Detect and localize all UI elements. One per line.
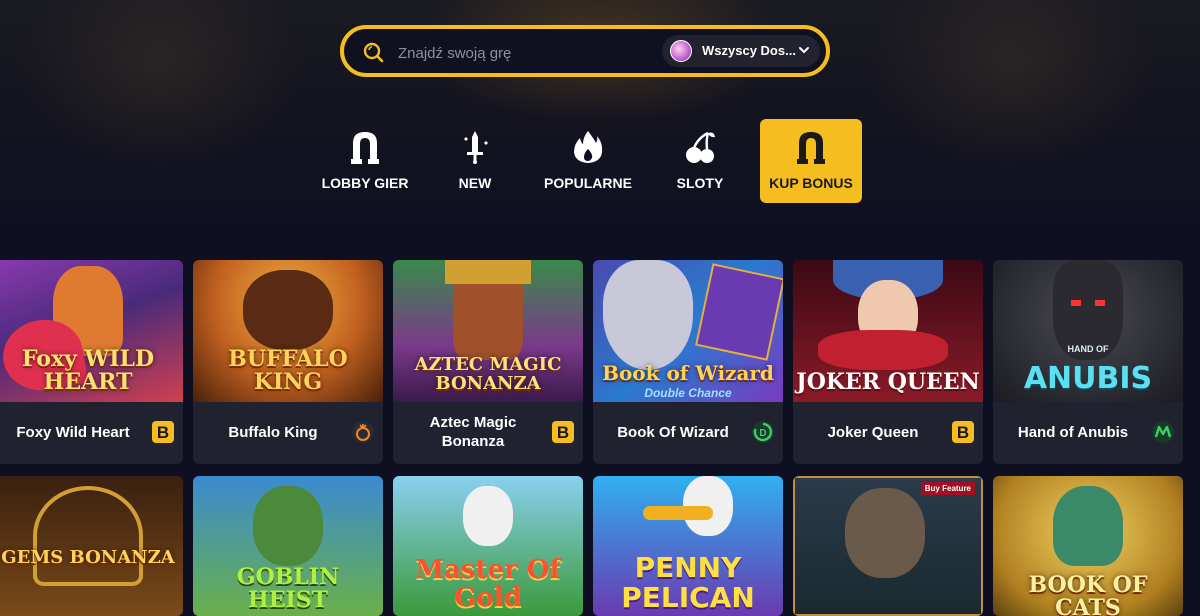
game-thumbnail[interactable]: Book of Wizard Double Chance: [593, 260, 783, 402]
provider-avatar: [670, 40, 692, 62]
thumb-subtitle: Double Chance: [644, 386, 732, 400]
game-thumbnail[interactable]: GEMS BONANZA: [0, 476, 183, 616]
arch-icon: [797, 132, 825, 164]
category-lobby-gier[interactable]: LOBBY GIER: [318, 119, 412, 203]
game-name: Foxy Wild Heart: [16, 423, 130, 441]
bgaming-icon: B: [552, 421, 574, 443]
game-name: Hand of Anubis: [1017, 423, 1129, 441]
game-card-joker-queen[interactable]: JOKER QUEEN Joker Queen B: [793, 260, 983, 464]
search-bar: Wszyscy Dos...: [340, 25, 830, 77]
game-name: Aztec Magic Bonanza: [429, 414, 517, 450]
pragmatic-icon: [352, 421, 374, 443]
microgaming-icon: [1152, 421, 1174, 443]
sword-icon: [464, 131, 488, 164]
thumb-title: JOKER QUEEN: [796, 368, 980, 395]
game-thumbnail[interactable]: GOBLIN HEIST: [193, 476, 383, 616]
category-sloty[interactable]: SLOTY: [668, 119, 732, 203]
category-label: SLOTY: [676, 175, 724, 191]
thumb-title: BUFFALO KING: [228, 345, 348, 395]
cherries-icon: [686, 131, 715, 163]
bgaming-icon: B: [152, 421, 174, 443]
category-kup-bonus[interactable]: KUP BONUS: [760, 119, 862, 203]
arch-icon: [351, 132, 379, 164]
game-name: Joker Queen: [827, 423, 919, 441]
game-card-book-of-cats[interactable]: BOOK OF CATS: [993, 476, 1183, 616]
category-label: NEW: [458, 175, 492, 191]
game-name: Book Of Wizard: [617, 423, 729, 441]
thumb-title: BOOK OF CATS: [1028, 571, 1148, 616]
category-label: POPULARNE: [544, 175, 632, 191]
game-card-hand-of-anubis[interactable]: HAND OF ANUBIS Hand of Anubis: [993, 260, 1183, 464]
provider-label: Wszyscy Dos...: [702, 43, 796, 58]
game-thumbnail[interactable]: AZTEC MAGIC BONANZA: [393, 260, 583, 402]
game-card-book-of-wizard[interactable]: Book of Wizard Double Chance Book Of Wiz…: [593, 260, 783, 464]
bgaming-icon: B: [952, 421, 974, 443]
game-card-gems-bonanza[interactable]: GEMS BONANZA: [0, 476, 183, 616]
thumb-title: Foxy WILD HEART: [21, 345, 155, 395]
buy-feature-badge: Buy Feature: [920, 482, 975, 495]
thumb-title: Book of Wizard: [602, 361, 774, 385]
game-card-foxy-wild-heart[interactable]: Foxy WILD HEART Foxy Wild Heart B: [0, 260, 183, 464]
category-label: LOBBY GIER: [321, 175, 409, 191]
thumb-title: ANUBIS: [1023, 360, 1153, 396]
thumb-subtitle: HAND OF: [1067, 344, 1109, 354]
game-card-buffalo-king[interactable]: BUFFALO KING Buffalo King: [193, 260, 383, 464]
game-thumbnail[interactable]: Foxy WILD HEART: [0, 260, 183, 402]
game-thumbnail[interactable]: Master Of Gold: [393, 476, 583, 616]
spin-icon: D: [752, 421, 774, 443]
chevron-down-icon: [799, 47, 809, 54]
thumb-title: PENNY PELICAN: [621, 551, 755, 614]
thumb-title: AZTEC MAGIC BONANZA: [414, 354, 562, 395]
provider-select[interactable]: Wszyscy Dos...: [662, 35, 820, 67]
svg-text:D: D: [759, 428, 766, 439]
search-input[interactable]: [396, 39, 660, 67]
thumb-title: Master Of Gold: [415, 555, 561, 613]
game-card-aztec-magic-bonanza[interactable]: AZTEC MAGIC BONANZA Aztec Magic Bonanza …: [393, 260, 583, 464]
game-thumbnail[interactable]: Buy Feature: [793, 476, 983, 616]
game-card-buy-feature[interactable]: Buy Feature: [793, 476, 983, 616]
search-icon[interactable]: [362, 41, 384, 63]
svg-text:B: B: [557, 423, 569, 442]
game-name: Buffalo King: [228, 423, 318, 441]
game-thumbnail[interactable]: HAND OF ANUBIS: [993, 260, 1183, 402]
game-card-penny-pelican[interactable]: PENNY PELICAN: [593, 476, 783, 616]
thumb-title: GOBLIN HEIST: [236, 563, 340, 613]
svg-text:B: B: [957, 423, 969, 442]
category-new[interactable]: NEW: [440, 119, 510, 203]
game-thumbnail[interactable]: PENNY PELICAN: [593, 476, 783, 616]
game-thumbnail[interactable]: JOKER QUEEN: [793, 260, 983, 402]
thumb-title: GEMS BONANZA: [1, 547, 175, 569]
category-popularne[interactable]: POPULARNE: [540, 119, 636, 203]
game-thumbnail[interactable]: BUFFALO KING: [193, 260, 383, 402]
flame-icon: [574, 131, 603, 163]
game-card-goblin-heist[interactable]: GOBLIN HEIST: [193, 476, 383, 616]
svg-text:B: B: [157, 423, 169, 442]
game-thumbnail[interactable]: BOOK OF CATS: [993, 476, 1183, 616]
game-card-master-of-gold[interactable]: Master Of Gold: [393, 476, 583, 616]
category-label: KUP BONUS: [769, 175, 853, 191]
